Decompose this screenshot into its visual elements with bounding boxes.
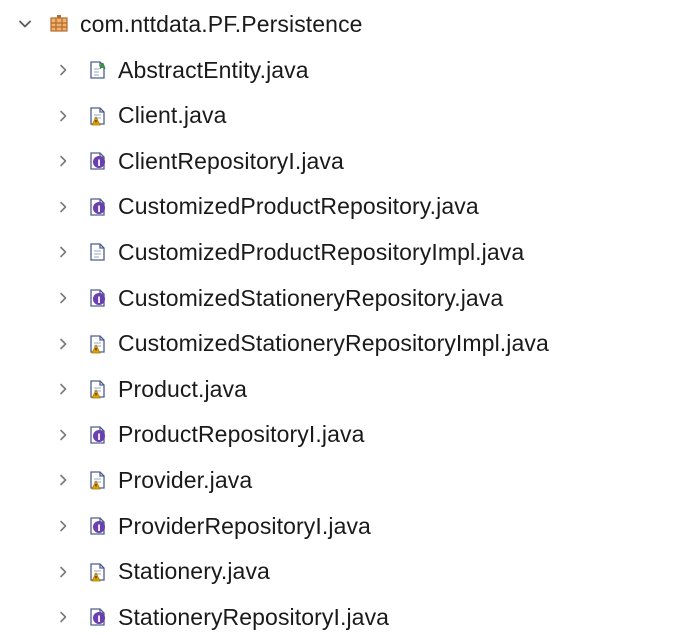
interface-icon: I [86,287,108,309]
class-warning-icon [86,333,108,355]
package-label: com.nttdata.PF.Persistence [80,10,363,37]
svg-text:I: I [97,296,100,306]
svg-text:I: I [97,524,100,534]
tree-item-label: ProductRepositoryI.java [118,421,365,448]
tree-item-file[interactable]: Provider.java [52,458,252,502]
chevron-right-icon[interactable] [52,561,74,583]
chevron-right-icon[interactable] [52,150,74,172]
svg-text:A: A [99,62,106,71]
chevron-right-icon[interactable] [52,333,74,355]
abstract-class-icon: A [86,59,108,81]
chevron-right-icon[interactable] [52,105,74,127]
tree-item-label: CustomizedStationeryRepositoryImpl.java [118,330,549,357]
chevron-right-icon[interactable] [52,196,74,218]
interface-icon: I [86,606,108,628]
chevron-right-icon[interactable] [52,606,74,628]
tree-item-label: CustomizedProductRepositoryImpl.java [118,238,525,265]
tree-item-label: StationeryRepositoryI.java [118,603,390,630]
class-warning-icon [86,378,108,400]
chevron-right-icon[interactable] [52,424,74,446]
package-explorer-tree: com.nttdata.PF.Persistence A AbstractEnti… [0,0,690,638]
package-icon [48,13,70,35]
svg-text:I: I [97,159,100,169]
tree-item-label: ClientRepositoryI.java [118,147,344,174]
chevron-right-icon[interactable] [52,241,74,263]
tree-item-file[interactable]: I ClientRepositoryI.java [52,139,344,183]
package-node[interactable]: com.nttdata.PF.Persistence [14,2,363,46]
tree-item-file[interactable]: I CustomizedProductRepository.java [52,185,479,229]
tree-item-label: ProviderRepositoryI.java [118,512,371,539]
tree-item-file[interactable]: I ProviderRepositoryI.java [52,504,371,548]
tree-item-label: Product.java [118,375,248,402]
tree-item-label: AbstractEntity.java [118,56,309,83]
tree-item-file[interactable]: CustomizedStationeryRepositoryImpl.java [52,322,549,366]
tree-item-label: CustomizedProductRepository.java [118,193,479,220]
tree-item-label: Stationery.java [118,558,270,585]
interface-icon: I [86,424,108,446]
tree-item-label: Provider.java [118,466,253,493]
tree-item-file[interactable]: A AbstractEntity.java [52,48,309,92]
tree-item-label: CustomizedStationeryRepository.java [118,284,504,311]
class-warning-icon [86,469,108,491]
interface-icon: I [86,150,108,172]
tree-item-file[interactable]: Product.java [52,367,247,411]
tree-item-file[interactable]: I ProductRepositoryI.java [52,413,364,457]
svg-text:I: I [97,433,100,443]
chevron-right-icon[interactable] [52,469,74,491]
chevron-down-icon[interactable] [14,13,36,35]
class-icon [86,241,108,263]
tree-item-file[interactable]: CustomizedProductRepositoryImpl.java [52,230,524,274]
chevron-right-icon[interactable] [52,378,74,400]
tree-item-file[interactable]: Stationery.java [52,550,270,594]
class-warning-icon [86,561,108,583]
interface-icon: I [86,196,108,218]
chevron-right-icon[interactable] [52,515,74,537]
tree-item-file[interactable]: I StationeryRepositoryI.java [52,595,389,638]
interface-icon: I [86,515,108,537]
tree-item-file[interactable]: Client.java [52,94,227,138]
class-warning-icon [86,105,108,127]
tree-item-label: Client.java [118,102,227,129]
chevron-right-icon[interactable] [52,59,74,81]
svg-text:I: I [97,205,100,215]
svg-text:I: I [97,615,100,625]
chevron-right-icon[interactable] [52,287,74,309]
tree-item-file[interactable]: I CustomizedStationeryRepository.java [52,276,503,320]
